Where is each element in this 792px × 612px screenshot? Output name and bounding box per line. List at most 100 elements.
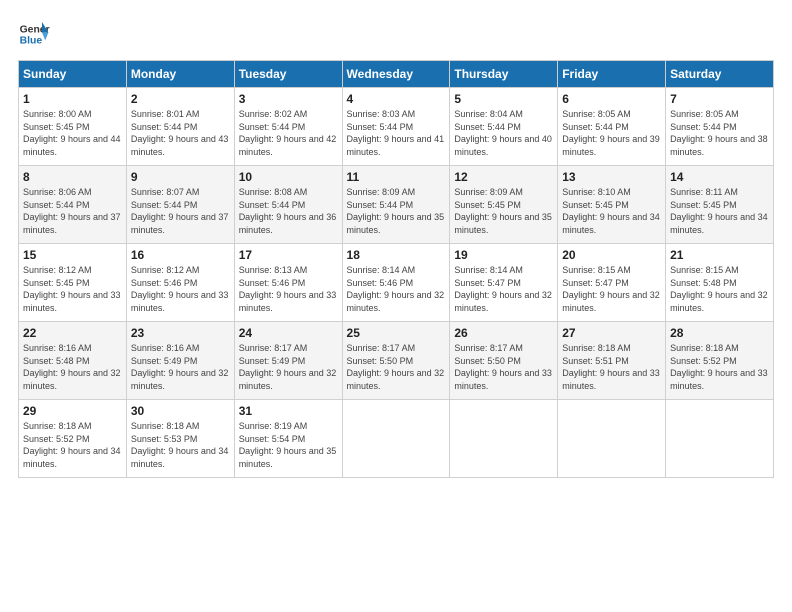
day-detail: Sunrise: 8:12 AMSunset: 5:45 PMDaylight:… bbox=[23, 265, 121, 313]
day-number: 1 bbox=[23, 92, 122, 106]
day-detail: Sunrise: 8:09 AMSunset: 5:44 PMDaylight:… bbox=[347, 187, 445, 235]
day-detail: Sunrise: 8:17 AMSunset: 5:50 PMDaylight:… bbox=[454, 343, 552, 391]
weekday-header-wednesday: Wednesday bbox=[342, 61, 450, 88]
calendar-cell: 21 Sunrise: 8:15 AMSunset: 5:48 PMDaylig… bbox=[666, 244, 774, 322]
calendar-cell bbox=[558, 400, 666, 478]
day-detail: Sunrise: 8:04 AMSunset: 5:44 PMDaylight:… bbox=[454, 109, 552, 157]
day-detail: Sunrise: 8:06 AMSunset: 5:44 PMDaylight:… bbox=[23, 187, 121, 235]
weekday-header-sunday: Sunday bbox=[19, 61, 127, 88]
calendar-cell: 25 Sunrise: 8:17 AMSunset: 5:50 PMDaylig… bbox=[342, 322, 450, 400]
day-detail: Sunrise: 8:17 AMSunset: 5:49 PMDaylight:… bbox=[239, 343, 337, 391]
calendar-cell: 29 Sunrise: 8:18 AMSunset: 5:52 PMDaylig… bbox=[19, 400, 127, 478]
calendar-cell: 9 Sunrise: 8:07 AMSunset: 5:44 PMDayligh… bbox=[126, 166, 234, 244]
day-detail: Sunrise: 8:13 AMSunset: 5:46 PMDaylight:… bbox=[239, 265, 337, 313]
calendar-cell: 31 Sunrise: 8:19 AMSunset: 5:54 PMDaylig… bbox=[234, 400, 342, 478]
day-detail: Sunrise: 8:07 AMSunset: 5:44 PMDaylight:… bbox=[131, 187, 229, 235]
week-row-4: 22 Sunrise: 8:16 AMSunset: 5:48 PMDaylig… bbox=[19, 322, 774, 400]
day-detail: Sunrise: 8:02 AMSunset: 5:44 PMDaylight:… bbox=[239, 109, 337, 157]
day-number: 31 bbox=[239, 404, 338, 418]
day-detail: Sunrise: 8:19 AMSunset: 5:54 PMDaylight:… bbox=[239, 421, 337, 469]
day-number: 8 bbox=[23, 170, 122, 184]
day-number: 16 bbox=[131, 248, 230, 262]
day-number: 17 bbox=[239, 248, 338, 262]
day-detail: Sunrise: 8:05 AMSunset: 5:44 PMDaylight:… bbox=[562, 109, 660, 157]
calendar-cell: 22 Sunrise: 8:16 AMSunset: 5:48 PMDaylig… bbox=[19, 322, 127, 400]
calendar-cell: 5 Sunrise: 8:04 AMSunset: 5:44 PMDayligh… bbox=[450, 88, 558, 166]
day-number: 13 bbox=[562, 170, 661, 184]
day-number: 24 bbox=[239, 326, 338, 340]
day-number: 5 bbox=[454, 92, 553, 106]
calendar-cell: 20 Sunrise: 8:15 AMSunset: 5:47 PMDaylig… bbox=[558, 244, 666, 322]
calendar-cell: 7 Sunrise: 8:05 AMSunset: 5:44 PMDayligh… bbox=[666, 88, 774, 166]
day-detail: Sunrise: 8:01 AMSunset: 5:44 PMDaylight:… bbox=[131, 109, 229, 157]
weekday-header-friday: Friday bbox=[558, 61, 666, 88]
day-detail: Sunrise: 8:09 AMSunset: 5:45 PMDaylight:… bbox=[454, 187, 552, 235]
day-number: 15 bbox=[23, 248, 122, 262]
calendar-cell: 2 Sunrise: 8:01 AMSunset: 5:44 PMDayligh… bbox=[126, 88, 234, 166]
weekday-header-thursday: Thursday bbox=[450, 61, 558, 88]
day-number: 12 bbox=[454, 170, 553, 184]
weekday-header-saturday: Saturday bbox=[666, 61, 774, 88]
calendar-cell: 8 Sunrise: 8:06 AMSunset: 5:44 PMDayligh… bbox=[19, 166, 127, 244]
day-detail: Sunrise: 8:10 AMSunset: 5:45 PMDaylight:… bbox=[562, 187, 660, 235]
day-detail: Sunrise: 8:15 AMSunset: 5:48 PMDaylight:… bbox=[670, 265, 768, 313]
day-number: 23 bbox=[131, 326, 230, 340]
day-detail: Sunrise: 8:14 AMSunset: 5:46 PMDaylight:… bbox=[347, 265, 445, 313]
calendar-cell: 16 Sunrise: 8:12 AMSunset: 5:46 PMDaylig… bbox=[126, 244, 234, 322]
day-detail: Sunrise: 8:03 AMSunset: 5:44 PMDaylight:… bbox=[347, 109, 445, 157]
calendar-cell: 4 Sunrise: 8:03 AMSunset: 5:44 PMDayligh… bbox=[342, 88, 450, 166]
calendar-cell: 14 Sunrise: 8:11 AMSunset: 5:45 PMDaylig… bbox=[666, 166, 774, 244]
day-detail: Sunrise: 8:16 AMSunset: 5:48 PMDaylight:… bbox=[23, 343, 121, 391]
calendar-cell: 18 Sunrise: 8:14 AMSunset: 5:46 PMDaylig… bbox=[342, 244, 450, 322]
day-number: 11 bbox=[347, 170, 446, 184]
day-detail: Sunrise: 8:08 AMSunset: 5:44 PMDaylight:… bbox=[239, 187, 337, 235]
day-number: 6 bbox=[562, 92, 661, 106]
day-detail: Sunrise: 8:00 AMSunset: 5:45 PMDaylight:… bbox=[23, 109, 121, 157]
svg-text:Blue: Blue bbox=[20, 36, 43, 47]
calendar-cell bbox=[342, 400, 450, 478]
week-row-3: 15 Sunrise: 8:12 AMSunset: 5:45 PMDaylig… bbox=[19, 244, 774, 322]
day-number: 14 bbox=[670, 170, 769, 184]
calendar-cell: 24 Sunrise: 8:17 AMSunset: 5:49 PMDaylig… bbox=[234, 322, 342, 400]
day-number: 26 bbox=[454, 326, 553, 340]
day-number: 20 bbox=[562, 248, 661, 262]
day-detail: Sunrise: 8:11 AMSunset: 5:45 PMDaylight:… bbox=[670, 187, 768, 235]
day-detail: Sunrise: 8:12 AMSunset: 5:46 PMDaylight:… bbox=[131, 265, 229, 313]
day-detail: Sunrise: 8:18 AMSunset: 5:52 PMDaylight:… bbox=[23, 421, 121, 469]
calendar-cell: 12 Sunrise: 8:09 AMSunset: 5:45 PMDaylig… bbox=[450, 166, 558, 244]
header: General Blue bbox=[18, 18, 774, 50]
week-row-5: 29 Sunrise: 8:18 AMSunset: 5:52 PMDaylig… bbox=[19, 400, 774, 478]
calendar-cell: 30 Sunrise: 8:18 AMSunset: 5:53 PMDaylig… bbox=[126, 400, 234, 478]
day-detail: Sunrise: 8:15 AMSunset: 5:47 PMDaylight:… bbox=[562, 265, 660, 313]
calendar-cell: 6 Sunrise: 8:05 AMSunset: 5:44 PMDayligh… bbox=[558, 88, 666, 166]
week-row-1: 1 Sunrise: 8:00 AMSunset: 5:45 PMDayligh… bbox=[19, 88, 774, 166]
day-detail: Sunrise: 8:18 AMSunset: 5:51 PMDaylight:… bbox=[562, 343, 660, 391]
day-number: 7 bbox=[670, 92, 769, 106]
day-number: 19 bbox=[454, 248, 553, 262]
day-number: 29 bbox=[23, 404, 122, 418]
calendar-cell: 10 Sunrise: 8:08 AMSunset: 5:44 PMDaylig… bbox=[234, 166, 342, 244]
calendar-cell bbox=[450, 400, 558, 478]
day-number: 3 bbox=[239, 92, 338, 106]
day-number: 25 bbox=[347, 326, 446, 340]
day-number: 9 bbox=[131, 170, 230, 184]
day-number: 30 bbox=[131, 404, 230, 418]
calendar-cell: 28 Sunrise: 8:18 AMSunset: 5:52 PMDaylig… bbox=[666, 322, 774, 400]
day-detail: Sunrise: 8:18 AMSunset: 5:52 PMDaylight:… bbox=[670, 343, 768, 391]
page: General Blue SundayMondayTuesdayWednesda… bbox=[0, 0, 792, 612]
day-number: 28 bbox=[670, 326, 769, 340]
calendar-cell: 17 Sunrise: 8:13 AMSunset: 5:46 PMDaylig… bbox=[234, 244, 342, 322]
day-number: 4 bbox=[347, 92, 446, 106]
weekday-header-monday: Monday bbox=[126, 61, 234, 88]
day-number: 22 bbox=[23, 326, 122, 340]
calendar: SundayMondayTuesdayWednesdayThursdayFrid… bbox=[18, 60, 774, 478]
day-number: 27 bbox=[562, 326, 661, 340]
calendar-cell: 27 Sunrise: 8:18 AMSunset: 5:51 PMDaylig… bbox=[558, 322, 666, 400]
logo-icon: General Blue bbox=[18, 18, 50, 50]
day-detail: Sunrise: 8:16 AMSunset: 5:49 PMDaylight:… bbox=[131, 343, 229, 391]
calendar-cell: 11 Sunrise: 8:09 AMSunset: 5:44 PMDaylig… bbox=[342, 166, 450, 244]
calendar-cell: 23 Sunrise: 8:16 AMSunset: 5:49 PMDaylig… bbox=[126, 322, 234, 400]
day-detail: Sunrise: 8:14 AMSunset: 5:47 PMDaylight:… bbox=[454, 265, 552, 313]
day-number: 21 bbox=[670, 248, 769, 262]
day-number: 10 bbox=[239, 170, 338, 184]
